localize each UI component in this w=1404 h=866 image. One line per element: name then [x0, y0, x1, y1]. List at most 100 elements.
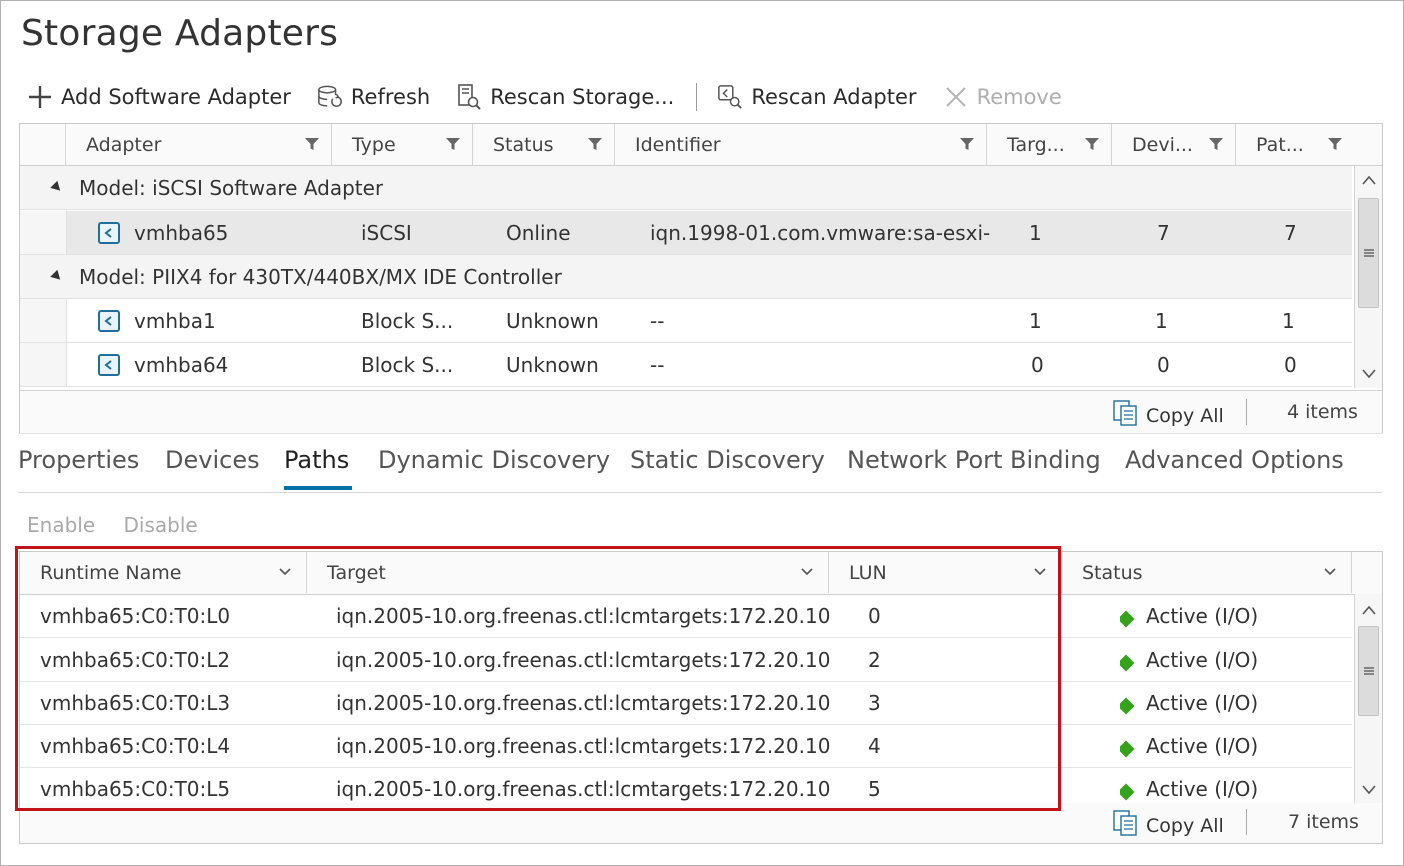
- adapter-paths: 0: [1284, 352, 1297, 377]
- item-count: 4 items: [1287, 401, 1358, 423]
- column-header-paths[interactable]: Pat...: [1236, 124, 1382, 165]
- scroll-thumb[interactable]: [1358, 626, 1379, 716]
- runtime-name: vmhba65:C0:T0:L2: [40, 647, 231, 672]
- chevron-down-icon[interactable]: [1033, 564, 1047, 578]
- column-header-devices[interactable]: Devi...: [1112, 124, 1236, 165]
- adapter-type: Block S...: [361, 308, 454, 333]
- scroll-up-arrow[interactable]: [1355, 596, 1382, 624]
- row-gutter: [20, 299, 67, 342]
- adapters-grid-header: Adapter Type Status Identifier Targ... D…: [20, 124, 1382, 166]
- column-header-target[interactable]: Target: [307, 552, 829, 593]
- refresh-database-icon: [317, 84, 343, 110]
- add-software-adapter-button[interactable]: Add Software Adapter: [27, 84, 291, 110]
- table-row[interactable]: vmhba65:C0:T0:L0 iqn.2005-10.org.freenas…: [20, 594, 1352, 638]
- toolbar-divider: [696, 83, 698, 111]
- disable-button[interactable]: Disable: [123, 513, 197, 537]
- table-row[interactable]: vmhba65:C0:T0:L2 iqn.2005-10.org.freenas…: [20, 638, 1352, 682]
- path-status: Active (I/O): [1146, 690, 1259, 715]
- table-row[interactable]: vmhba65:C0:T0:L3 iqn.2005-10.org.freenas…: [20, 681, 1352, 725]
- table-row[interactable]: vmhba64 Block S... Unknown -- 0 0 0: [20, 343, 1352, 387]
- tab-devices[interactable]: Devices: [165, 446, 260, 474]
- rescan-adapter-label: Rescan Adapter: [751, 85, 917, 109]
- scroll-down-arrow[interactable]: [1355, 360, 1382, 388]
- chevron-down-icon[interactable]: [800, 564, 814, 578]
- rescan-adapter-icon: [717, 84, 743, 110]
- adapters-scrollbar[interactable]: [1354, 166, 1382, 388]
- group-row-piix4[interactable]: Model: PIIX4 for 430TX/440BX/MX IDE Cont…: [20, 255, 1352, 299]
- status-active-icon: [1120, 740, 1135, 757]
- adapters-grid: Adapter Type Status Identifier Targ... D…: [19, 123, 1383, 433]
- tab-paths[interactable]: Paths: [284, 446, 349, 474]
- runtime-name: vmhba65:C0:T0:L0: [40, 603, 231, 628]
- column-header-label: LUN: [849, 561, 887, 584]
- adapter-name: vmhba65: [134, 220, 229, 245]
- adapter-identifier: --: [650, 308, 665, 333]
- filter-icon[interactable]: [446, 137, 460, 151]
- column-header-status[interactable]: Status: [473, 124, 615, 165]
- row-gutter: [20, 211, 67, 254]
- refresh-button[interactable]: Refresh: [317, 84, 430, 110]
- storage-adapter-icon: [98, 221, 120, 244]
- footer-divider: [1246, 809, 1247, 835]
- runtime-name: vmhba65:C0:T0:L4: [40, 733, 231, 758]
- column-header-targets[interactable]: Targ...: [987, 124, 1112, 165]
- filter-icon[interactable]: [1209, 137, 1223, 151]
- status-active-icon: [1120, 783, 1135, 800]
- group-label: Model: PIIX4 for 430TX/440BX/MX IDE Cont…: [79, 264, 562, 289]
- copy-icon: [1112, 809, 1140, 842]
- table-row[interactable]: vmhba65:C0:T0:L5 iqn.2005-10.org.freenas…: [20, 767, 1352, 803]
- paths-scrollbar[interactable]: [1354, 594, 1382, 804]
- column-header-status[interactable]: Status: [1062, 552, 1352, 593]
- rescan-storage-button[interactable]: Rescan Storage...: [456, 84, 674, 110]
- paths-grid: Runtime Name Target LUN Status vmhba65:C…: [19, 551, 1383, 805]
- column-header-lun[interactable]: LUN: [829, 552, 1062, 593]
- copy-all-button[interactable]: Copy All: [1112, 809, 1224, 842]
- filter-icon[interactable]: [1085, 137, 1099, 151]
- column-header-runtime-name[interactable]: Runtime Name: [20, 552, 307, 593]
- paths-toolbar: Enable Disable: [27, 513, 220, 537]
- column-header-label: Target: [327, 561, 386, 584]
- collapse-triangle-icon[interactable]: [50, 269, 64, 284]
- filter-icon[interactable]: [1328, 137, 1342, 151]
- scroll-thumb[interactable]: [1358, 198, 1379, 308]
- copy-all-button[interactable]: Copy All: [1112, 399, 1224, 432]
- close-icon: [943, 84, 969, 110]
- page-title: Storage Adapters: [21, 13, 339, 54]
- filter-icon[interactable]: [588, 137, 602, 151]
- column-header-label: Status: [1082, 561, 1143, 584]
- copy-all-label: Copy All: [1146, 814, 1224, 837]
- adapter-type: Block S...: [361, 352, 454, 377]
- path-status: Active (I/O): [1146, 733, 1259, 758]
- item-count: 7 items: [1288, 811, 1359, 833]
- table-row[interactable]: vmhba1 Block S... Unknown -- 1 1 1: [20, 299, 1352, 343]
- column-header-identifier[interactable]: Identifier: [615, 124, 987, 165]
- chevron-down-icon[interactable]: [1323, 564, 1337, 578]
- tab-dynamic-discovery[interactable]: Dynamic Discovery: [378, 446, 610, 474]
- tab-network-port-binding[interactable]: Network Port Binding: [847, 446, 1101, 474]
- column-header-type[interactable]: Type: [332, 124, 473, 165]
- adapter-toolbar: Add Software Adapter Refresh Rescan Stor…: [27, 79, 1088, 115]
- tab-properties[interactable]: Properties: [18, 446, 139, 474]
- storage-adapter-icon: [98, 353, 120, 376]
- path-target: iqn.2005-10.org.freenas.ctl:lcmtargets:1…: [336, 603, 831, 628]
- filter-icon[interactable]: [960, 137, 974, 151]
- column-header-adapter[interactable]: Adapter: [66, 124, 332, 165]
- scroll-down-arrow[interactable]: [1355, 776, 1382, 804]
- table-row[interactable]: vmhba65:C0:T0:L4 iqn.2005-10.org.freenas…: [20, 724, 1352, 768]
- tab-advanced-options[interactable]: Advanced Options: [1125, 446, 1344, 474]
- tab-static-discovery[interactable]: Static Discovery: [630, 446, 825, 474]
- collapse-triangle-icon[interactable]: [50, 180, 64, 195]
- table-row[interactable]: vmhba65 iSCSI Online iqn.1998-01.com.vmw…: [20, 211, 1352, 255]
- scroll-up-arrow[interactable]: [1355, 166, 1382, 194]
- enable-button[interactable]: Enable: [27, 513, 95, 537]
- remove-button[interactable]: Remove: [943, 84, 1062, 110]
- filter-icon[interactable]: [305, 137, 319, 151]
- path-target: iqn.2005-10.org.freenas.ctl:lcmtargets:1…: [336, 733, 831, 758]
- adapter-targets: 1: [1029, 308, 1042, 333]
- group-row-iscsi[interactable]: Model: iSCSI Software Adapter: [20, 166, 1352, 210]
- details-tabs: Properties Devices Paths Dynamic Discove…: [18, 433, 1382, 493]
- storage-adapters-panel: Storage Adapters Add Software Adapter Re…: [0, 0, 1404, 866]
- plus-icon: [27, 84, 53, 110]
- rescan-adapter-button[interactable]: Rescan Adapter: [717, 84, 917, 110]
- chevron-down-icon[interactable]: [278, 564, 292, 578]
